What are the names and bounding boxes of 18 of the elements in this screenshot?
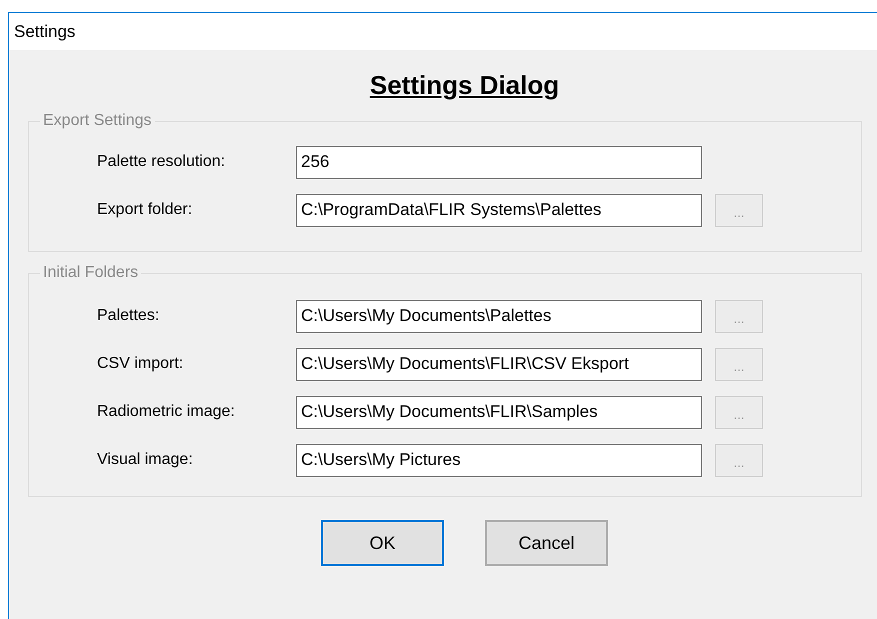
- field-label: Radiometric image:: [96, 403, 236, 421]
- field-label: Export folder:: [96, 201, 194, 219]
- field-label: Palette resolution:: [96, 153, 226, 171]
- group-title: Initial Folders: [42, 264, 140, 282]
- input-field[interactable]: C:\Users\My Documents\FLIR\CSV Eksport: [296, 348, 702, 380]
- input-field[interactable]: C:\Users\My Documents\FLIR\Samples: [296, 396, 702, 428]
- group-title: Export Settings: [42, 112, 152, 130]
- dialog-button[interactable]: OK: [321, 520, 444, 566]
- input-field[interactable]: C:\Users\My Pictures: [296, 444, 702, 476]
- input-field[interactable]: C:\ProgramData\FLIR Systems\Palettes: [296, 194, 702, 226]
- window-title: Settings: [14, 22, 76, 42]
- field-label: CSV import:: [96, 355, 184, 373]
- input-field[interactable]: 256: [296, 146, 702, 178]
- field-label: Visual image:: [96, 451, 194, 469]
- input-field[interactable]: C:\Users\My Documents\Palettes: [296, 300, 702, 332]
- dialog-heading: Settings Dialog: [368, 69, 560, 101]
- dialog-button[interactable]: Cancel: [485, 520, 608, 566]
- field-label: Palettes:: [96, 307, 160, 325]
